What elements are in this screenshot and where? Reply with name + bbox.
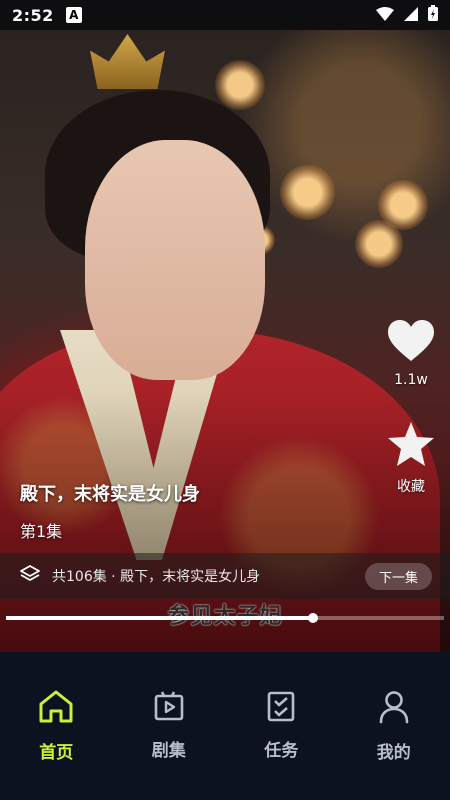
video-figure-crown: [90, 34, 165, 89]
collection-text: 共106集 · 殿下，末将实是女儿身: [52, 569, 261, 585]
episodes-icon: [153, 690, 185, 726]
star-icon: [388, 422, 434, 470]
nav-item-profile[interactable]: 我的: [338, 690, 450, 800]
drama-title: 殿下，末将实是女儿身: [20, 484, 200, 505]
progress-fill: [6, 616, 313, 620]
home-icon: [38, 690, 74, 728]
bokeh-light: [280, 165, 335, 220]
bokeh-light: [215, 60, 265, 110]
collection-bar[interactable]: 共106集 · 殿下，末将实是女儿身 下一集: [0, 553, 450, 599]
status-bar: 2:52 A: [0, 0, 450, 30]
favorite-button[interactable]: 收藏: [386, 422, 436, 496]
status-icons: [376, 5, 438, 25]
nav-item-tasks[interactable]: 任务: [225, 690, 338, 800]
heart-icon: [388, 320, 434, 366]
nav-label-profile: 我的: [376, 743, 411, 763]
like-button[interactable]: 1.1w: [386, 320, 436, 388]
video-subtitle: 参见太子妃: [0, 598, 450, 630]
favorite-label: 收藏: [397, 479, 425, 495]
battery-charging-icon: [428, 5, 438, 25]
status-time: 2:52: [12, 5, 54, 25]
notification-badge: A: [65, 7, 82, 23]
progress-knob[interactable]: [307, 613, 318, 623]
next-episode-button[interactable]: 下一集: [364, 562, 432, 590]
nav-label-tasks: 任务: [264, 741, 299, 761]
task-icon: [266, 690, 296, 726]
bokeh-light: [355, 220, 403, 268]
video-figure-face: [85, 140, 265, 380]
episode-label: 第1集: [20, 522, 63, 541]
nav-label-episodes: 剧集: [151, 741, 186, 761]
nav-item-episodes[interactable]: 剧集: [113, 690, 226, 800]
nav-item-home[interactable]: 首页: [0, 690, 113, 800]
signal-icon: [404, 6, 418, 25]
profile-icon: [378, 690, 410, 728]
like-count: 1.1w: [394, 372, 428, 388]
bottom-nav: 首页 剧集 任务 我的: [0, 652, 450, 800]
nav-label-home: 首页: [39, 743, 74, 763]
layers-icon: [20, 564, 40, 588]
progress-bar[interactable]: [6, 613, 444, 623]
wifi-icon: [376, 6, 394, 25]
